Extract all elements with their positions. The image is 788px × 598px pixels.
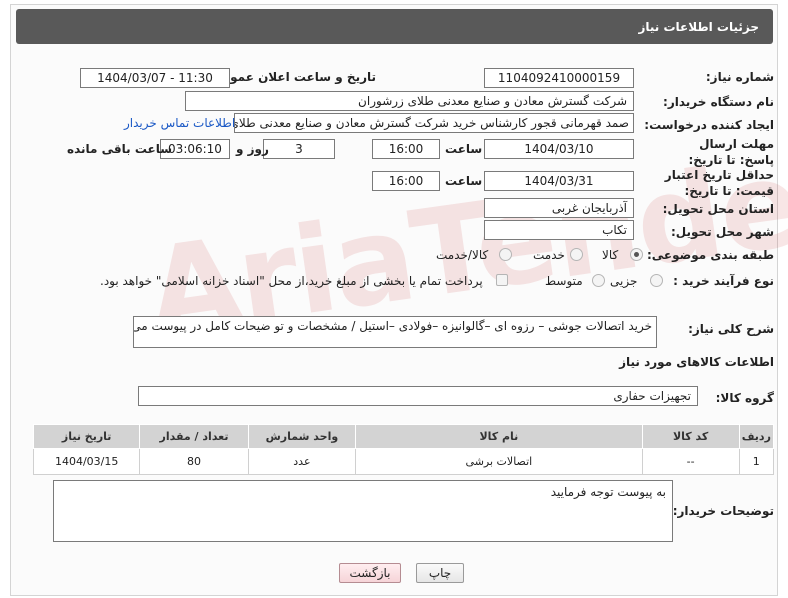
category-label: طبقه بندی موضوعی: (646, 248, 774, 262)
goods-info-title: اطلاعات کالاهای مورد نیاز (619, 355, 774, 369)
reply-deadline-label: مهلت ارسال پاسخ: تا تاریخ: (688, 137, 775, 167)
process-option-minor: جزیی (610, 274, 638, 288)
need-number-field: 1104092410000159 (484, 68, 634, 88)
cell-code: -- (641, 448, 740, 475)
requester-label: ایجاد کننده درخواست: (644, 118, 774, 132)
col-quantity: تعداد / مقدار (139, 424, 249, 449)
validity-date-field: 1404/03/31 (484, 171, 634, 191)
process-label: نوع فرآیند خرید : (673, 274, 774, 288)
category-option-goods: کالا (602, 248, 619, 262)
price-validity-label: حداقل تاریخ اعتبار قیمت: تا تاریخ: (664, 168, 774, 198)
goods-group-label: گروه کالا: (715, 391, 774, 405)
category-radio-goods-service[interactable] (499, 248, 512, 261)
description-textarea[interactable]: خرید اتصالات جوشی – رزوه ای –گالوانیزه –… (133, 316, 657, 348)
treasury-payment-note: پرداخت تمام یا بخشی از مبلغ خرید،از محل … (100, 274, 483, 288)
description-label: شرح کلی نیاز: (688, 322, 774, 336)
category-option-service: خدمت (533, 248, 565, 262)
buyer-notes-text: به پیوست توجه فرمایید (550, 485, 666, 499)
process-radio-medium[interactable] (592, 274, 605, 287)
buyer-notes-textarea[interactable]: به پیوست توجه فرمایید (53, 480, 673, 542)
province-label: استان محل تحویل: (662, 202, 774, 216)
col-row: ردیف (738, 424, 775, 449)
col-name: نام کالا (355, 424, 643, 449)
goods-table-header: ردیف کد کالا نام کالا واحد شمارش تعداد /… (32, 424, 775, 449)
reply-date-field: 1404/03/10 (484, 139, 634, 159)
announce-label: تاریخ و ساعت اعلان عمومی: (205, 70, 376, 84)
treasury-payment-checkbox[interactable] (496, 274, 508, 286)
col-code: کد کالا (641, 424, 740, 449)
buyer-contact-link[interactable]: اطلاعات تماس خریدار (124, 116, 235, 130)
cell-name: اتصالات برشی (355, 448, 643, 475)
reply-time-field: 16:00 (372, 139, 440, 159)
province-field: آذربایجان غربی (484, 198, 634, 218)
days-left-field: 3 (263, 139, 335, 159)
buyer-org-label: نام دستگاه خریدار: (663, 95, 774, 109)
cell-quantity: 80 (139, 448, 249, 475)
cell-unit: عدد (247, 448, 357, 475)
buyer-org-field: شرکت گسترش معادن و صنایع معدنی طلای زرشو… (185, 91, 634, 111)
print-button[interactable]: چاپ (416, 563, 464, 583)
col-unit: واحد شمارش (247, 424, 357, 449)
table-row: 1 -- اتصالات برشی عدد 80 1404/03/15 (32, 448, 775, 475)
city-label: شهر محل تحویل: (670, 225, 774, 239)
col-need-date: تاریخ نیاز (32, 424, 141, 449)
description-text: خرید اتصالات جوشی – رزوه ای –گالوانیزه –… (133, 319, 652, 333)
day-and-label: روز و (236, 142, 269, 156)
back-button[interactable]: بازگشت (339, 563, 401, 583)
goods-group-field: تجهیزات حفاری (138, 386, 698, 406)
cell-need-date: 1404/03/15 (32, 448, 141, 475)
reply-time-label: ساعت (445, 142, 483, 156)
goods-table: ردیف کد کالا نام کالا واحد شمارش تعداد /… (32, 424, 775, 475)
category-option-goods-service: کالا/خدمت (436, 248, 489, 262)
category-radio-goods[interactable] (630, 248, 643, 261)
cell-row: 1 (738, 448, 775, 475)
process-radio-minor[interactable] (650, 274, 663, 287)
requester-field: صمد قهرمانی قجور کارشناس خرید شرکت گسترش… (234, 113, 634, 133)
buyer-notes-label: توضیحات خریدار: (672, 504, 774, 518)
validity-time-label: ساعت (445, 174, 483, 188)
validity-time-field: 16:00 (372, 171, 440, 191)
announce-datetime-field: 1404/03/07 - 11:30 (80, 68, 230, 88)
process-option-medium: متوسط (545, 274, 583, 288)
need-number-label: شماره نیاز: (705, 70, 774, 84)
city-field: تکاب (484, 220, 634, 240)
category-radio-service[interactable] (570, 248, 583, 261)
remaining-time-label: ساعت باقی مانده (67, 142, 173, 156)
page-header: جزئیات اطلاعات نیاز (16, 9, 773, 44)
